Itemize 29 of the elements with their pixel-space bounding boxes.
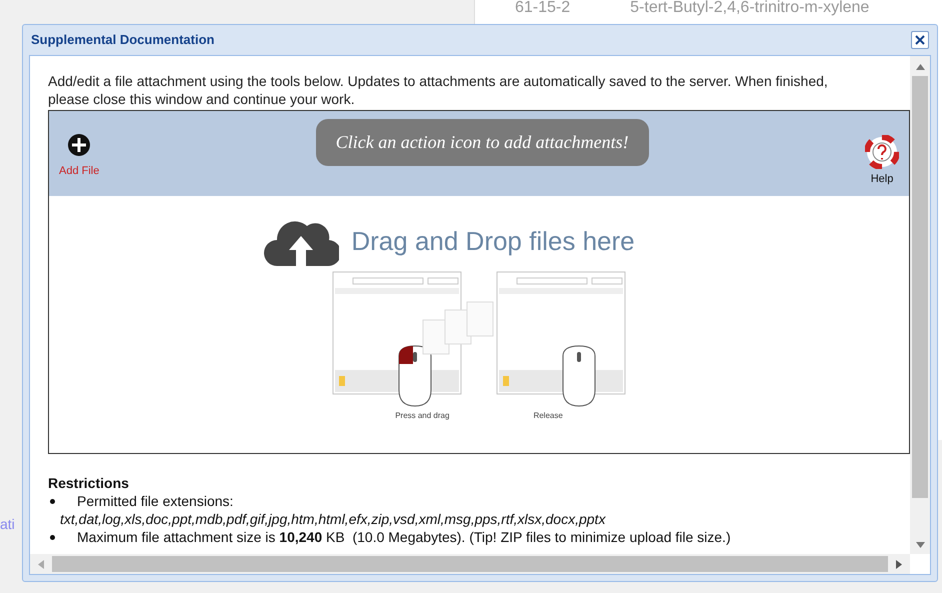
bullet-icon xyxy=(50,534,55,540)
drop-heading: Drag and Drop files here xyxy=(351,224,635,258)
lifebuoy-icon xyxy=(865,135,899,169)
hint-banner: Click an action icon to add attachments! xyxy=(316,119,649,166)
horizontal-scrollbar[interactable] xyxy=(30,554,910,574)
add-file-button[interactable]: Add File xyxy=(59,133,100,180)
table-cell: 61-15-2 xyxy=(515,0,570,16)
left-arrow-icon xyxy=(38,560,44,568)
plus-icon xyxy=(67,133,92,157)
help-button[interactable]: Help xyxy=(865,135,899,188)
restriction-label: Permitted file extensions: xyxy=(77,492,234,510)
scroll-thumb[interactable] xyxy=(912,76,928,498)
right-arrow-icon xyxy=(896,560,902,568)
up-arrow-icon xyxy=(916,64,924,70)
restriction-text: Maximum file attachment size is 10,240 KB (10.0 Megabytes). (Tip! ZIP files to minimize upload file size.) xyxy=(77,528,731,546)
illustration-caption: Press and drag xyxy=(395,410,450,422)
down-arrow-icon xyxy=(916,542,924,548)
bullet-icon xyxy=(50,498,55,504)
vertical-scrollbar[interactable] xyxy=(910,56,930,554)
restrictions-heading: Restrictions xyxy=(48,474,130,492)
extension-list: txt,dat,log,xls,doc,ppt,mdb,pdf,gif,jpg,htm,html,efx,zip,vsd,xml,msg,pps,rtf,xlsx,docx,pptx xyxy=(60,510,910,528)
scroll-thumb[interactable] xyxy=(52,556,888,572)
intro-text: Add/edit a file attachment using the tools below. Updates to attachments are automatically saved to the server. When finished, please close this window and continue your work. xyxy=(48,72,829,108)
close-button[interactable] xyxy=(911,31,929,49)
table-cell: 5-tert-Butyl-2,4,6-trinitro-m-xylene xyxy=(630,0,870,16)
illustration-caption: Release xyxy=(533,410,563,422)
dialog-title: Supplemental Documentation xyxy=(31,31,214,50)
close-icon xyxy=(915,35,925,45)
link-text[interactable]: ati xyxy=(0,514,15,535)
